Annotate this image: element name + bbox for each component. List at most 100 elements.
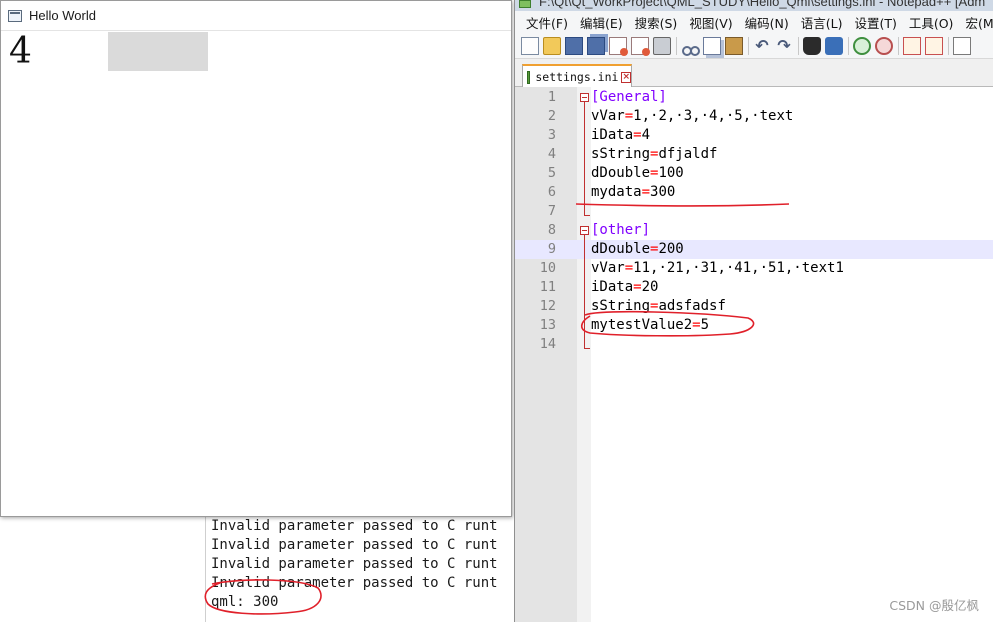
tab-close-icon[interactable]: × — [621, 71, 631, 83]
code-text: iData=4 — [591, 126, 650, 145]
open-folder-icon[interactable] — [543, 36, 561, 55]
code-text: dDouble=100 — [591, 164, 684, 183]
undo-icon[interactable]: ↶ — [753, 36, 771, 55]
redo-icon[interactable]: ↷ — [775, 36, 793, 55]
hello-world-window: Hello World 4 — [0, 0, 512, 517]
console-output: Invalid parameter passed to C runt Invali… — [205, 514, 515, 622]
menu-item[interactable]: 语言(L) — [795, 13, 849, 32]
menu-item[interactable]: 视图(V) — [683, 13, 738, 32]
line-number: 14 — [539, 336, 556, 352]
line-number: 3 — [547, 127, 556, 143]
line-number: 9 — [547, 241, 556, 257]
editor-area[interactable]: 1 [General] 2 vVar=1,·2,·3,·4,·5,·text 3 iDat… — [515, 87, 993, 622]
cut-icon[interactable] — [681, 37, 700, 56]
line-number: 8 — [547, 222, 556, 238]
find-icon[interactable] — [803, 36, 821, 55]
code-text: vVar=1,·2,·3,·4,·5,·text — [591, 107, 793, 126]
zoom-in-icon[interactable] — [853, 36, 871, 55]
line-number: 5 — [547, 165, 556, 181]
ini-key: iData — [591, 279, 634, 295]
code-text: [other] — [591, 221, 650, 240]
editor-line: 6 mydata=300 — [515, 183, 993, 202]
menu-bar: 文件(F) 编辑(E) 搜索(S) 视图(V) 编码(N) 语言(L) 设置(T) 工具(O)… — [515, 11, 993, 33]
menu-item[interactable]: 编码(N) — [739, 13, 795, 32]
toolbar: ↶ ↷ — [515, 33, 993, 59]
fold-guide — [584, 235, 585, 349]
print-icon[interactable] — [653, 36, 671, 55]
menu-item[interactable]: 工具(O) — [903, 13, 960, 32]
code-text: dDouble=200 — [591, 240, 684, 259]
watermark: CSDN @殷亿枫 — [889, 598, 979, 613]
save-icon[interactable] — [565, 36, 583, 55]
console-line: Invalid parameter passed to C runt — [211, 518, 498, 534]
fold-end-marker — [584, 215, 590, 216]
ini-value: 200 — [658, 241, 684, 257]
replace-icon[interactable] — [825, 36, 843, 55]
equals-sign: = — [633, 279, 642, 295]
ini-value: 5 — [700, 317, 710, 333]
save-all-icon[interactable] — [587, 36, 605, 55]
section-header: [other] — [591, 222, 651, 238]
line-number: 1 — [547, 89, 556, 105]
line-number: 11 — [539, 279, 556, 295]
ini-value: 20 — [641, 279, 659, 295]
ini-key: iData — [591, 127, 634, 143]
word-wrap-icon[interactable] — [953, 36, 971, 55]
code-text: [General] — [591, 88, 667, 107]
close-icon[interactable] — [609, 36, 628, 56]
gray-rectangle — [108, 32, 208, 71]
ini-value: 100 — [658, 165, 684, 181]
ini-value: adsfadsf — [658, 298, 726, 314]
code-text: sString=adsfadsf — [591, 297, 726, 316]
console-lines: Invalid parameter passed to C runt Invali… — [206, 514, 515, 612]
fold-end-marker — [584, 348, 590, 349]
line-number: 4 — [547, 146, 556, 162]
toolbar-separator — [898, 36, 899, 55]
editor-line: 4 sString=dfjaldf — [515, 145, 993, 164]
number-text: 4 — [9, 31, 32, 72]
menu-item[interactable]: 设置(T) — [848, 13, 902, 32]
ini-key: mytestValue2 — [591, 317, 693, 333]
paste-icon[interactable] — [725, 36, 743, 55]
ini-key: dDouble — [591, 165, 651, 181]
menu-item[interactable]: 文件(F) — [520, 13, 574, 32]
line-number: 13 — [539, 317, 556, 333]
zoom-out-icon[interactable] — [875, 36, 893, 55]
toolbar-separator — [798, 36, 799, 55]
fold-toggle-icon[interactable] — [580, 93, 589, 102]
notepad-title: F:\Qt\Qt_WorkProject\QML_STUDY\Hello_Qml… — [539, 0, 986, 9]
console-line: Invalid parameter passed to C runt — [211, 575, 498, 591]
editor-line: 9 dDouble=200 — [515, 240, 993, 259]
line-number: 6 — [547, 184, 556, 200]
line-number: 2 — [547, 108, 556, 124]
console-line: Invalid parameter passed to C runt — [211, 556, 498, 572]
tab-settings-ini[interactable]: settings.ini × — [522, 64, 632, 88]
toolbar-separator — [748, 36, 749, 55]
line-number: 7 — [547, 203, 556, 219]
editor-line: 2 vVar=1,·2,·3,·4,·5,·text — [515, 107, 993, 126]
menu-item[interactable]: 编辑(E) — [574, 13, 629, 32]
fold-guide — [584, 102, 585, 216]
ini-value: 300 — [650, 184, 676, 200]
notepad-titlebar[interactable]: F:\Qt\Qt_WorkProject\QML_STUDY\Hello_Qml… — [515, 0, 993, 11]
console-line: qml: 300 — [211, 594, 279, 610]
menu-item[interactable]: 宏(M) — [959, 13, 993, 32]
ini-key: vVar — [591, 108, 625, 124]
window-icon — [8, 9, 22, 22]
fold-toggle-icon[interactable] — [580, 226, 589, 235]
ini-key: sString — [591, 298, 651, 314]
notepad-plus-plus-window: F:\Qt\Qt_WorkProject\QML_STUDY\Hello_Qml… — [514, 0, 993, 622]
sync-scroll-icon[interactable] — [903, 36, 921, 55]
sync-scroll-horizontal-icon[interactable] — [925, 36, 943, 55]
equals-sign: = — [692, 317, 701, 333]
code-text: iData=20 — [591, 278, 658, 297]
menu-item[interactable]: 搜索(S) — [629, 13, 684, 32]
equals-sign: = — [633, 127, 642, 143]
equals-sign: = — [641, 184, 651, 200]
hello-world-titlebar[interactable]: Hello World — [1, 1, 511, 31]
close-all-icon[interactable] — [631, 36, 650, 56]
copy-icon[interactable] — [703, 36, 721, 55]
tab-label: settings.ini — [535, 70, 619, 84]
new-file-icon[interactable] — [521, 36, 539, 55]
equals-sign: = — [624, 108, 634, 124]
